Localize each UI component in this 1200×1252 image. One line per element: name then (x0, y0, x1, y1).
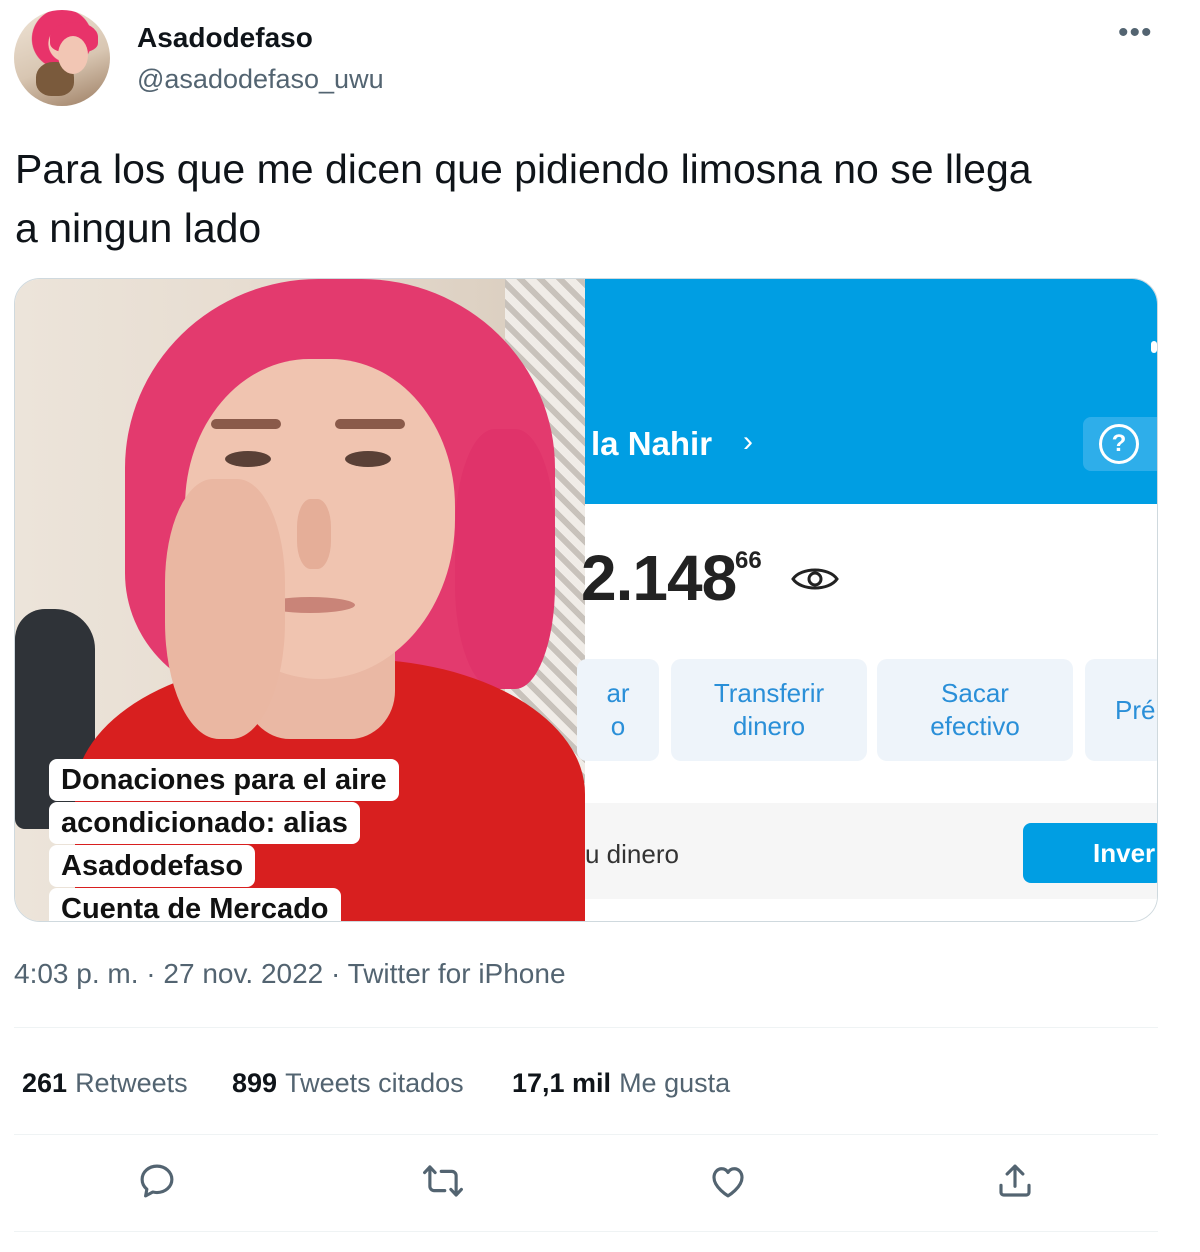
eye-icon (791, 568, 839, 590)
retweets-stat[interactable]: 261 Retweets (22, 1068, 188, 1099)
more-options-icon[interactable]: ••• (1118, 16, 1153, 50)
tile-partial-left: ar o (577, 659, 659, 761)
divider (14, 1134, 1158, 1135)
tweet-time[interactable]: 4:03 p. m. (14, 958, 139, 989)
account-name: la Nahir (591, 425, 713, 462)
balance-amount: 2.148 (581, 542, 737, 614)
left-eyebrow (211, 419, 281, 429)
right-eyebrow (335, 419, 405, 429)
help-icon: ? (1099, 424, 1139, 464)
mercado-pago-screenshot[interactable]: la Nahir › ? 2.148 66 ar o Transferir dine… (577, 279, 1157, 921)
display-name[interactable]: Asadodefaso (137, 22, 313, 54)
share-icon[interactable] (994, 1160, 1036, 1202)
hand (165, 479, 285, 739)
invest-banner-text: u dinero (585, 839, 679, 869)
caption-line-1: Donaciones para el aire (49, 759, 399, 801)
tweet-metadata: 4:03 p. m. · 27 nov. 2022 · Twitter for … (14, 958, 566, 989)
divider (14, 1027, 1158, 1028)
likes-stat[interactable]: 17,1 mil Me gusta (512, 1068, 730, 1099)
caption-line-4: Cuenta de Mercado (49, 888, 341, 921)
chevron-right-icon: › (743, 425, 753, 458)
pink-hair-side (455, 429, 555, 689)
tweet-source[interactable]: Twitter for iPhone (348, 958, 566, 989)
balance-cents: 66 (735, 547, 762, 574)
tile-partial-right: Pré (1085, 659, 1157, 761)
caption-line-2: acondicionado: alias (49, 802, 360, 844)
app-header: la Nahir › ? (585, 279, 1157, 504)
selfie-photo[interactable]: Donaciones para el aire acondicionado: a… (15, 279, 585, 921)
menu-dot-icon (1151, 341, 1157, 353)
right-eye (345, 451, 391, 467)
tweet-text-line-1: Para los que me dicen que pidiendo limos… (15, 146, 1032, 192)
invest-button: Inver (1023, 823, 1157, 883)
avatar[interactable] (14, 10, 110, 106)
tweet-media[interactable]: Donaciones para el aire acondicionado: a… (14, 278, 1158, 922)
tweet-text: Para los que me dicen que pidiendo limos… (15, 140, 1175, 258)
tweet-text-line-2: a ningun lado (15, 205, 262, 251)
tweet-date[interactable]: 27 nov. 2022 (163, 958, 323, 989)
tile-cash-out: Sacar efectivo (877, 659, 1073, 761)
like-icon[interactable] (707, 1160, 749, 1202)
retweet-icon[interactable] (421, 1160, 465, 1202)
nose (297, 499, 331, 569)
divider (14, 1231, 1158, 1232)
caption-line-3: Asadodefaso (49, 845, 256, 887)
avatar-face (58, 36, 88, 74)
user-handle[interactable]: @asadodefaso_uwu (137, 64, 384, 95)
left-eye (225, 451, 271, 467)
quotes-stat[interactable]: 899 Tweets citados (232, 1068, 464, 1099)
help-button: ? (1083, 417, 1157, 471)
reply-icon[interactable] (136, 1160, 178, 1202)
tile-transfer: Transferir dinero (671, 659, 867, 761)
